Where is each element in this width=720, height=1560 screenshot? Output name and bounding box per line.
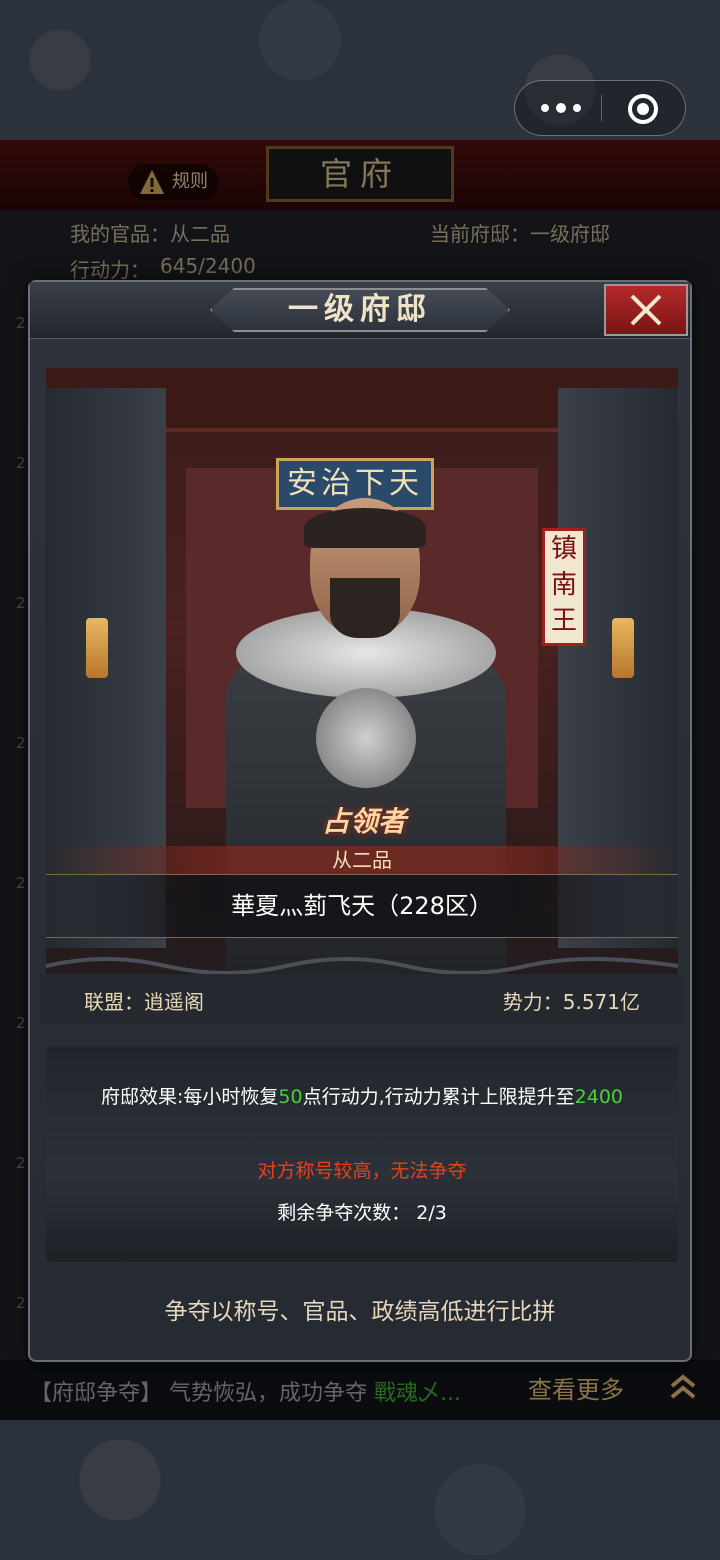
lantern-right <box>612 618 634 678</box>
mansion-dialog: 一级府邸 安治下天 镇南王 占领者 从二品 華夏灬菿飞天（228区） 联盟：逍遥… <box>28 280 692 1362</box>
more-dots-icon[interactable] <box>537 95 585 121</box>
stats-row: 联盟：逍遥阁 势力：5.571亿 <box>40 974 684 1024</box>
remaining-attempts: 剩余争夺次数： 2/3 <box>277 1202 447 1224</box>
dragon-medallion <box>316 688 416 788</box>
effect-recover-value: 50 <box>278 1086 303 1108</box>
official-hair <box>304 508 426 548</box>
contest-hint: 争夺以称号、官品、政绩高低进行比拼 <box>164 1299 556 1325</box>
lantern-left <box>86 618 108 678</box>
effect-limit-value: 2400 <box>574 1086 623 1108</box>
dialog-title: 一级府邸 <box>288 292 432 327</box>
miniprogram-capsule <box>514 80 686 136</box>
alliance-text: 联盟：逍遥阁 <box>84 990 204 1014</box>
close-button[interactable] <box>604 284 688 336</box>
effect-text: 府邸效果:每小时恢复50点行动力,行动力累计上限提升至2400 <box>46 1082 678 1109</box>
mansion-scene-image: 安治下天 镇南王 占领者 从二品 華夏灬菿飞天（228区） <box>46 368 678 1024</box>
effect-panel: 府邸效果:每小时恢复50点行动力,行动力累计上限提升至2400 对方称号较高，无… <box>46 1046 678 1262</box>
power-text: 势力：5.571亿 <box>502 990 640 1014</box>
occupier-name: 華夏灬菿飞天（228区） <box>46 874 678 938</box>
close-x-icon <box>630 294 662 326</box>
capsule-divider <box>601 95 602 121</box>
official-beard <box>330 578 400 638</box>
cannot-contest-warning: 对方称号较高，无法争夺 <box>257 1160 467 1182</box>
occupier-label: 占领者 <box>321 805 406 838</box>
dialog-header: 一级府邸 <box>30 282 690 339</box>
effect-middle: 点行动力,行动力累计上限提升至 <box>302 1086 575 1108</box>
target-close-icon[interactable] <box>627 93 659 125</box>
effect-prefix: 府邸效果:每小时恢复 <box>101 1086 279 1108</box>
title-banner: 镇南王 <box>542 528 586 646</box>
occupier-rank: 从二品 <box>46 846 678 874</box>
